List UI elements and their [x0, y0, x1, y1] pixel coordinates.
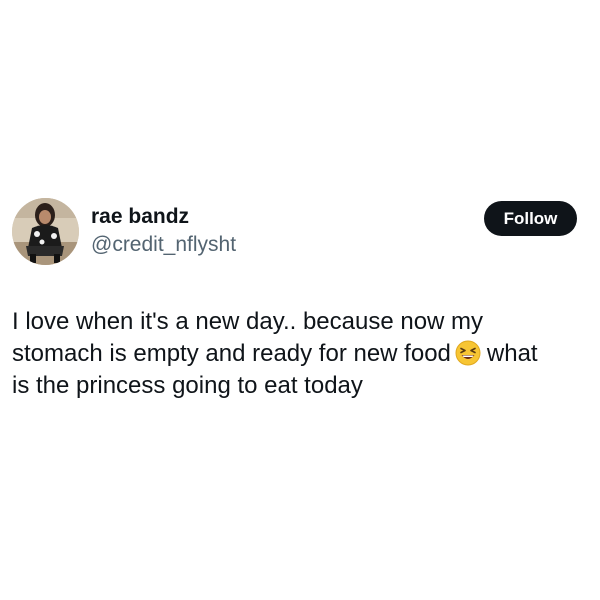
tweet-text-line-1: I love when it's a new day.. because now…	[12, 308, 484, 335]
tweet-text-line-2-end: what	[486, 340, 538, 367]
tweet-text-line-3: is the princess going to eat today	[12, 372, 363, 399]
tweet-text-line-2: stomach is empty and ready for new food …	[12, 338, 592, 370]
avatar[interactable]	[12, 198, 79, 265]
avatar-image	[12, 198, 79, 265]
author-name[interactable]: rae bandz	[91, 204, 189, 230]
tweet-card: rae bandz @credit_nflysht Follow I love …	[0, 0, 600, 600]
follow-button[interactable]: Follow	[484, 201, 577, 236]
tweet-text-line-2-start: stomach is empty and ready for new food	[12, 340, 451, 367]
author-handle[interactable]: @credit_nflysht	[91, 232, 236, 258]
tweet-text: I love when it's a new day.. because now…	[12, 306, 592, 402]
grinning-squinting-face-icon	[455, 340, 481, 366]
